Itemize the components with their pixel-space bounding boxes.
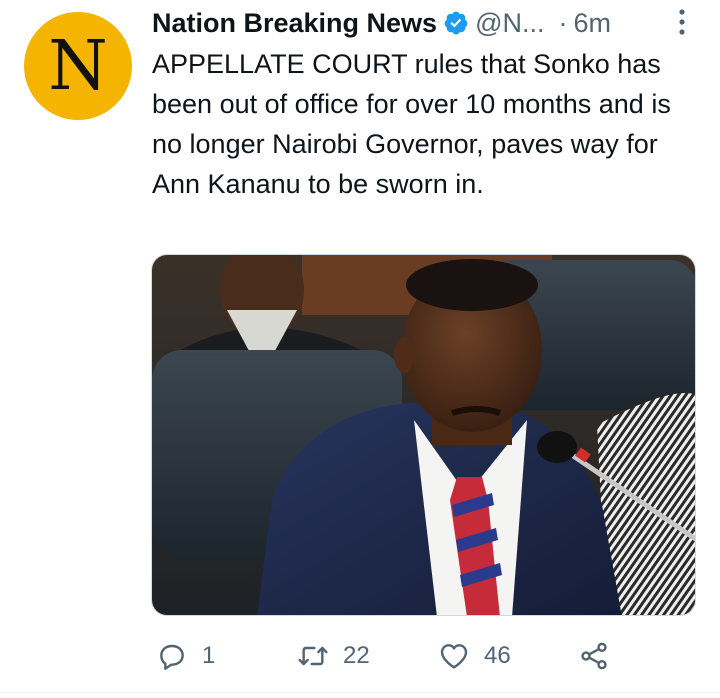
retweet-icon bbox=[298, 646, 328, 666]
tweet[interactable]: N Nation Breaking News @N... · 6m APPELL… bbox=[0, 0, 720, 698]
like-button[interactable]: 46 bbox=[438, 636, 511, 676]
like-count: 46 bbox=[484, 642, 511, 669]
reply-icon bbox=[160, 644, 184, 670]
tweet-text: APPELLATE COURT rules that Sonko has bee… bbox=[152, 49, 671, 199]
separator-dot: · bbox=[558, 7, 568, 38]
share-icon bbox=[581, 642, 607, 670]
tweet-photo[interactable] bbox=[151, 254, 696, 616]
action-bar: 1 22 46 bbox=[0, 636, 720, 676]
share-button[interactable] bbox=[578, 636, 610, 676]
photo-illustration bbox=[152, 255, 695, 615]
reply-button[interactable]: 1 bbox=[156, 636, 215, 676]
avatar-letter: N bbox=[48, 27, 108, 106]
retweet-button[interactable]: 22 bbox=[297, 636, 370, 676]
timestamp[interactable]: 6m bbox=[574, 8, 612, 39]
verified-badge-icon bbox=[444, 11, 468, 35]
reply-count: 1 bbox=[202, 642, 216, 669]
avatar[interactable]: N bbox=[24, 12, 132, 120]
author-name[interactable]: Nation Breaking News bbox=[152, 8, 437, 39]
tweet-header: Nation Breaking News @N... · 6m bbox=[152, 6, 611, 40]
retweet-count: 22 bbox=[343, 642, 370, 669]
author-handle[interactable]: @N... bbox=[475, 8, 544, 39]
more-icon[interactable] bbox=[676, 8, 688, 36]
like-icon bbox=[440, 644, 468, 669]
divider bbox=[0, 692, 720, 693]
